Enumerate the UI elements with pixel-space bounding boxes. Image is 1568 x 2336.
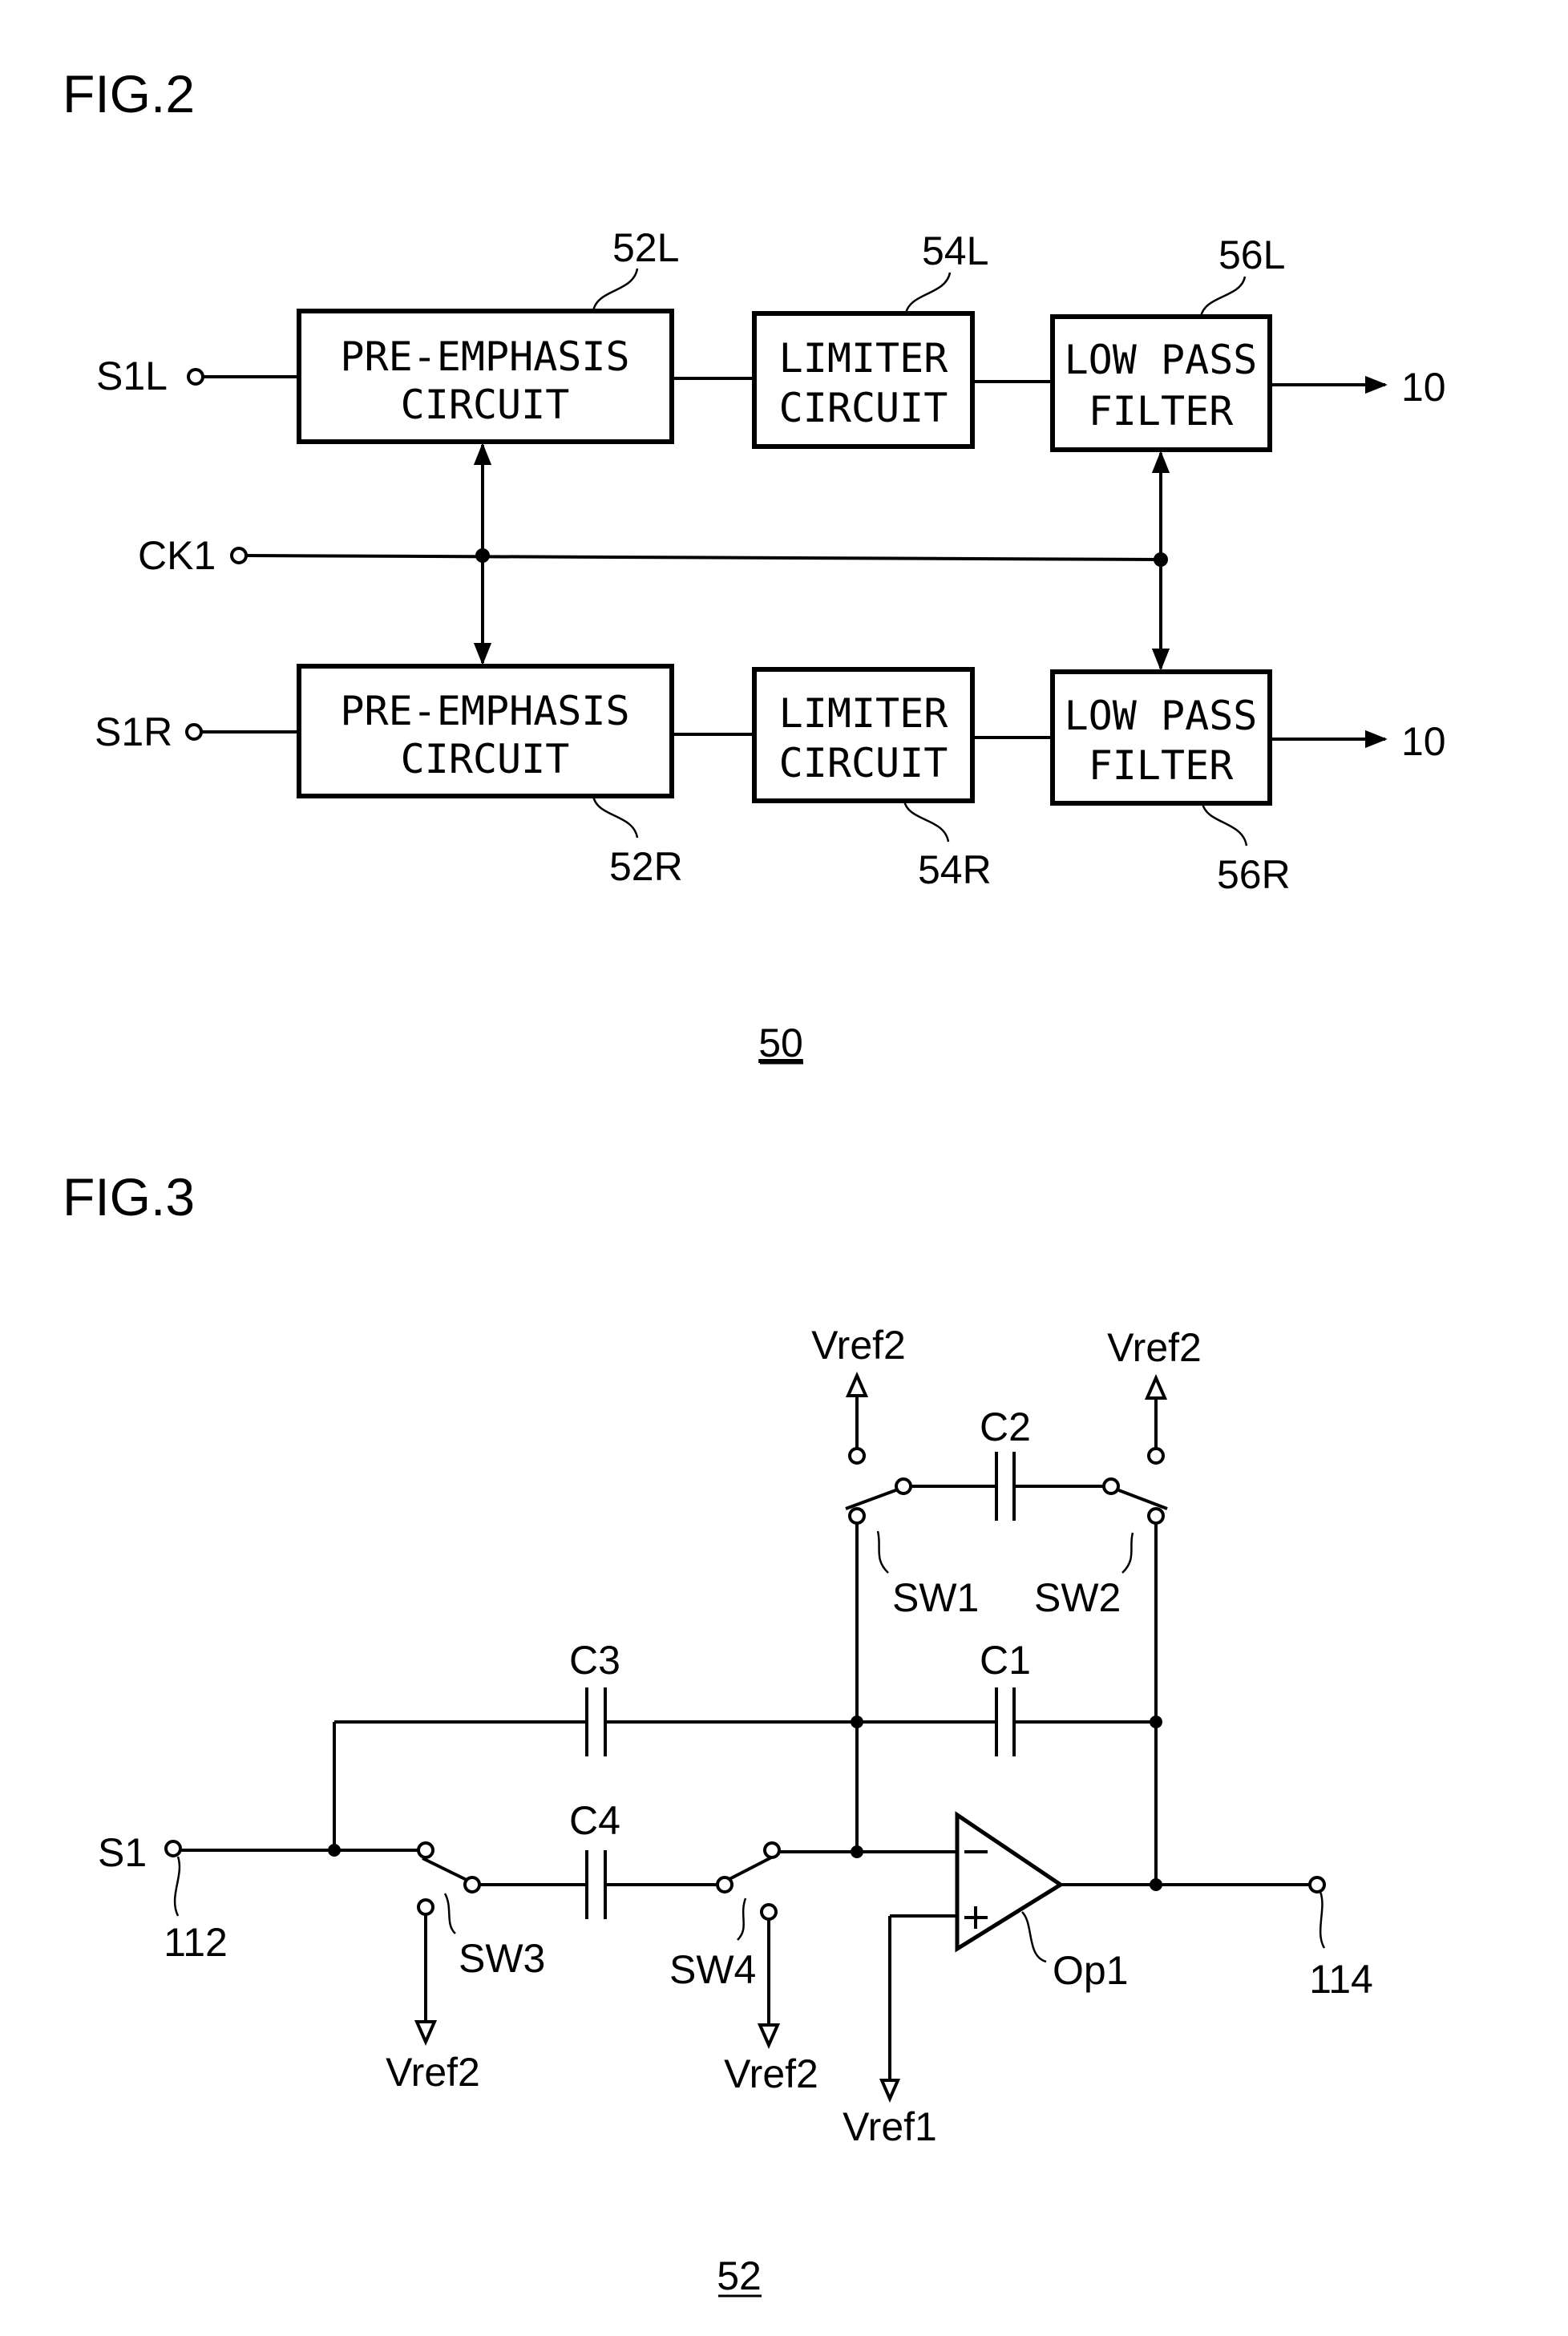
vref2-symbol [414,2020,438,2046]
input-label-s1l: S1L [96,354,168,398]
switch-terminal [1102,1477,1120,1495]
figure-3-ref-number: 52 [717,2253,762,2298]
block-low-pass-right: LOW PASS FILTER [1050,669,1272,806]
vref2-label: Vref2 [811,1323,906,1368]
c1-label: C1 [980,1638,1031,1683]
block-label: CIRCUIT [401,736,570,782]
switch-terminal [716,1876,733,1893]
switch-terminal [417,1841,434,1859]
switch-sw2-blade [1116,1488,1168,1510]
leader-line [737,1897,747,1941]
c2-label: C2 [980,1404,1031,1449]
junction-dot [1150,1878,1162,1891]
block-label: CIRCUIT [779,740,948,786]
ref-54r: 54R [918,847,992,892]
leader-line [903,800,950,843]
switch-terminal [895,1477,912,1495]
patent-drawing: FIG.2 S1L PRE-EMPHASIS CIRCUIT 52L LIMIT… [63,64,1446,2298]
block-label: FILTER [1089,742,1235,789]
block-pre-emphasis-right: PRE-EMPHASIS CIRCUIT [297,664,674,798]
ref-54l: 54L [922,228,988,273]
vref2-label: Vref2 [1107,1325,1202,1370]
figure-2-title: FIG.2 [63,64,195,123]
output-terminal [1308,1876,1326,1893]
vref2-label: Vref2 [724,2051,818,2096]
figure-2: FIG.2 S1L PRE-EMPHASIS CIRCUIT 52L LIMIT… [63,64,1446,1065]
switch-terminal [760,1903,778,1921]
leader-line [1319,1891,1326,1949]
block-label: LIMITER [779,335,949,382]
block-label: PRE-EMPHASIS [340,333,629,380]
leader-line [876,1530,889,1574]
switch-terminal [1147,1447,1165,1465]
leader-line [1021,1911,1047,1963]
block-label: FILTER [1089,388,1235,434]
leader-line [173,1856,181,1917]
sw3-label: SW3 [459,1936,545,1981]
junction-dot [328,1844,341,1857]
vref1-label: Vref1 [843,2104,937,2149]
output-ref-114: 114 [1309,1957,1373,2002]
block-limiter-left: LIMITER CIRCUIT [752,311,975,449]
input-terminal-s1l [187,368,204,386]
leader-line [1199,276,1247,317]
switch-terminal [463,1876,481,1893]
input-ref-112: 112 [164,1920,228,1965]
c4-label: C4 [569,1798,620,1843]
vref2-symbol [1144,1374,1168,1400]
switch-sw1-blade [845,1488,899,1510]
switch-terminal [848,1507,866,1525]
input-label-ck1: CK1 [138,533,216,578]
figure-2-ref-number: 50 [758,1020,803,1065]
input-label-s1: S1 [98,1830,147,1875]
block-pre-emphasis-left: PRE-EMPHASIS CIRCUIT [297,309,674,444]
sw1-label: SW1 [892,1575,979,1620]
leader-line [904,272,952,314]
vref2-symbol [757,2023,781,2049]
block-label: PRE-EMPHASIS [340,688,629,734]
switch-sw3-blade [422,1857,467,1881]
opamp-label: Op1 [1053,1948,1129,1993]
input-terminal-s1 [164,1840,182,1857]
ref-56r: 56R [1217,852,1291,897]
c3-label: C3 [569,1638,620,1683]
switch-terminal [848,1447,866,1465]
clock-bus [245,554,1162,561]
leader-line [1121,1532,1134,1574]
input-terminal-ck1 [230,547,248,564]
switch-terminal [1147,1507,1165,1525]
junction-dot [851,1845,863,1858]
block-label: CIRCUIT [401,382,570,428]
block-label: LOW PASS [1065,337,1258,383]
block-label: LOW PASS [1065,693,1258,739]
vref1-symbol [879,2079,901,2104]
output-label-left: 10 [1401,365,1446,410]
opamp-op1 [955,1811,1065,1953]
vref2-label: Vref2 [386,2050,480,2095]
input-label-s1r: S1R [95,709,172,754]
input-terminal-s1r [185,723,203,741]
ref-56l: 56L [1218,232,1285,277]
switch-terminal [763,1841,781,1859]
leader-line [592,268,639,312]
ref-52l: 52L [612,225,679,270]
block-label: CIRCUIT [779,385,948,431]
sw4-label: SW4 [669,1947,756,1992]
block-label: LIMITER [779,690,949,737]
junction-dot [851,1716,863,1728]
output-label-right: 10 [1401,719,1446,764]
leader-line [443,1893,456,1934]
leader-line [592,795,639,839]
figure-3-title: FIG.3 [63,1167,195,1227]
sw2-label: SW2 [1034,1575,1121,1620]
leader-line [1201,802,1248,847]
block-limiter-right: LIMITER CIRCUIT [752,667,975,803]
junction-dot [1150,1716,1162,1728]
block-low-pass-left: LOW PASS FILTER [1050,314,1272,452]
switch-terminal [417,1898,434,1916]
figure-3: FIG.3 Vref2 Vref2 C2 SW1 SW2 C3 C1 S1 11… [63,1167,1373,2298]
vref2-symbol [845,1372,869,1397]
ref-52r: 52R [609,844,683,889]
